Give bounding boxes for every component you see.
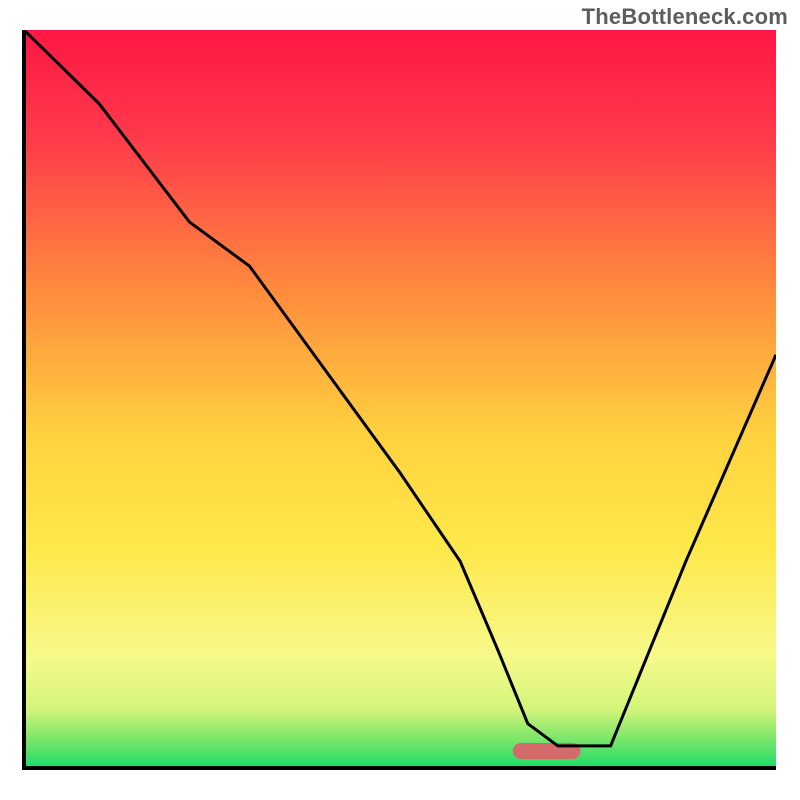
plot-area bbox=[24, 30, 776, 768]
watermark-text: TheBottleneck.com bbox=[582, 4, 788, 30]
chart-svg bbox=[0, 0, 800, 800]
gradient-background bbox=[24, 30, 776, 768]
chart-container: TheBottleneck.com bbox=[0, 0, 800, 800]
